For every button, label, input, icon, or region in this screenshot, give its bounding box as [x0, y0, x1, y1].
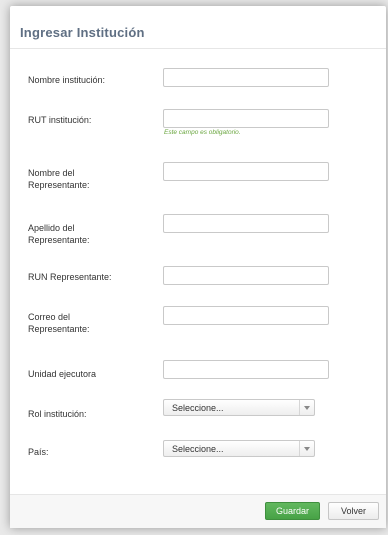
run-representante-label: RUN Representante: [28, 272, 112, 282]
apellido-representante-input[interactable] [163, 214, 329, 233]
save-button[interactable]: Guardar [265, 502, 320, 520]
apellido-representante-label: Apellido del Representante: [28, 223, 90, 245]
institution-modal: Ingresar Institución Nombre institución:… [10, 6, 386, 528]
pais-selected: Seleccione... [172, 444, 224, 454]
nombre-representante-label: Nombre del Representante: [28, 168, 90, 190]
modal-title: Ingresar Institución [20, 25, 145, 40]
unidad-ejecutora-input[interactable] [163, 360, 329, 379]
pais-label: País: [28, 447, 49, 457]
nombre-institucion-input[interactable] [163, 68, 329, 87]
rol-institucion-selected: Seleccione... [172, 403, 224, 413]
pais-select[interactable]: Seleccione... [163, 440, 315, 457]
rut-institucion-label: RUT institución: [28, 115, 92, 125]
rut-institucion-input[interactable] [163, 109, 329, 128]
correo-representante-label: Correo del Representante: [28, 312, 90, 334]
chevron-down-icon [299, 400, 314, 415]
nombre-representante-input[interactable] [163, 162, 329, 181]
nombre-institucion-label: Nombre institución: [28, 75, 106, 85]
chevron-down-icon [299, 441, 314, 456]
correo-representante-input[interactable] [163, 306, 329, 325]
rut-required-hint: Este campo es obligatorio. [164, 129, 241, 136]
rol-institucion-label: Rol institución: [28, 409, 87, 419]
rol-institucion-select[interactable]: Seleccione... [163, 399, 315, 416]
modal-footer: Guardar Volver [10, 494, 386, 528]
run-representante-input[interactable] [163, 266, 329, 285]
unidad-ejecutora-label: Unidad ejecutora [28, 369, 97, 379]
modal-header: Ingresar Institución [10, 6, 386, 49]
back-button[interactable]: Volver [328, 502, 379, 520]
